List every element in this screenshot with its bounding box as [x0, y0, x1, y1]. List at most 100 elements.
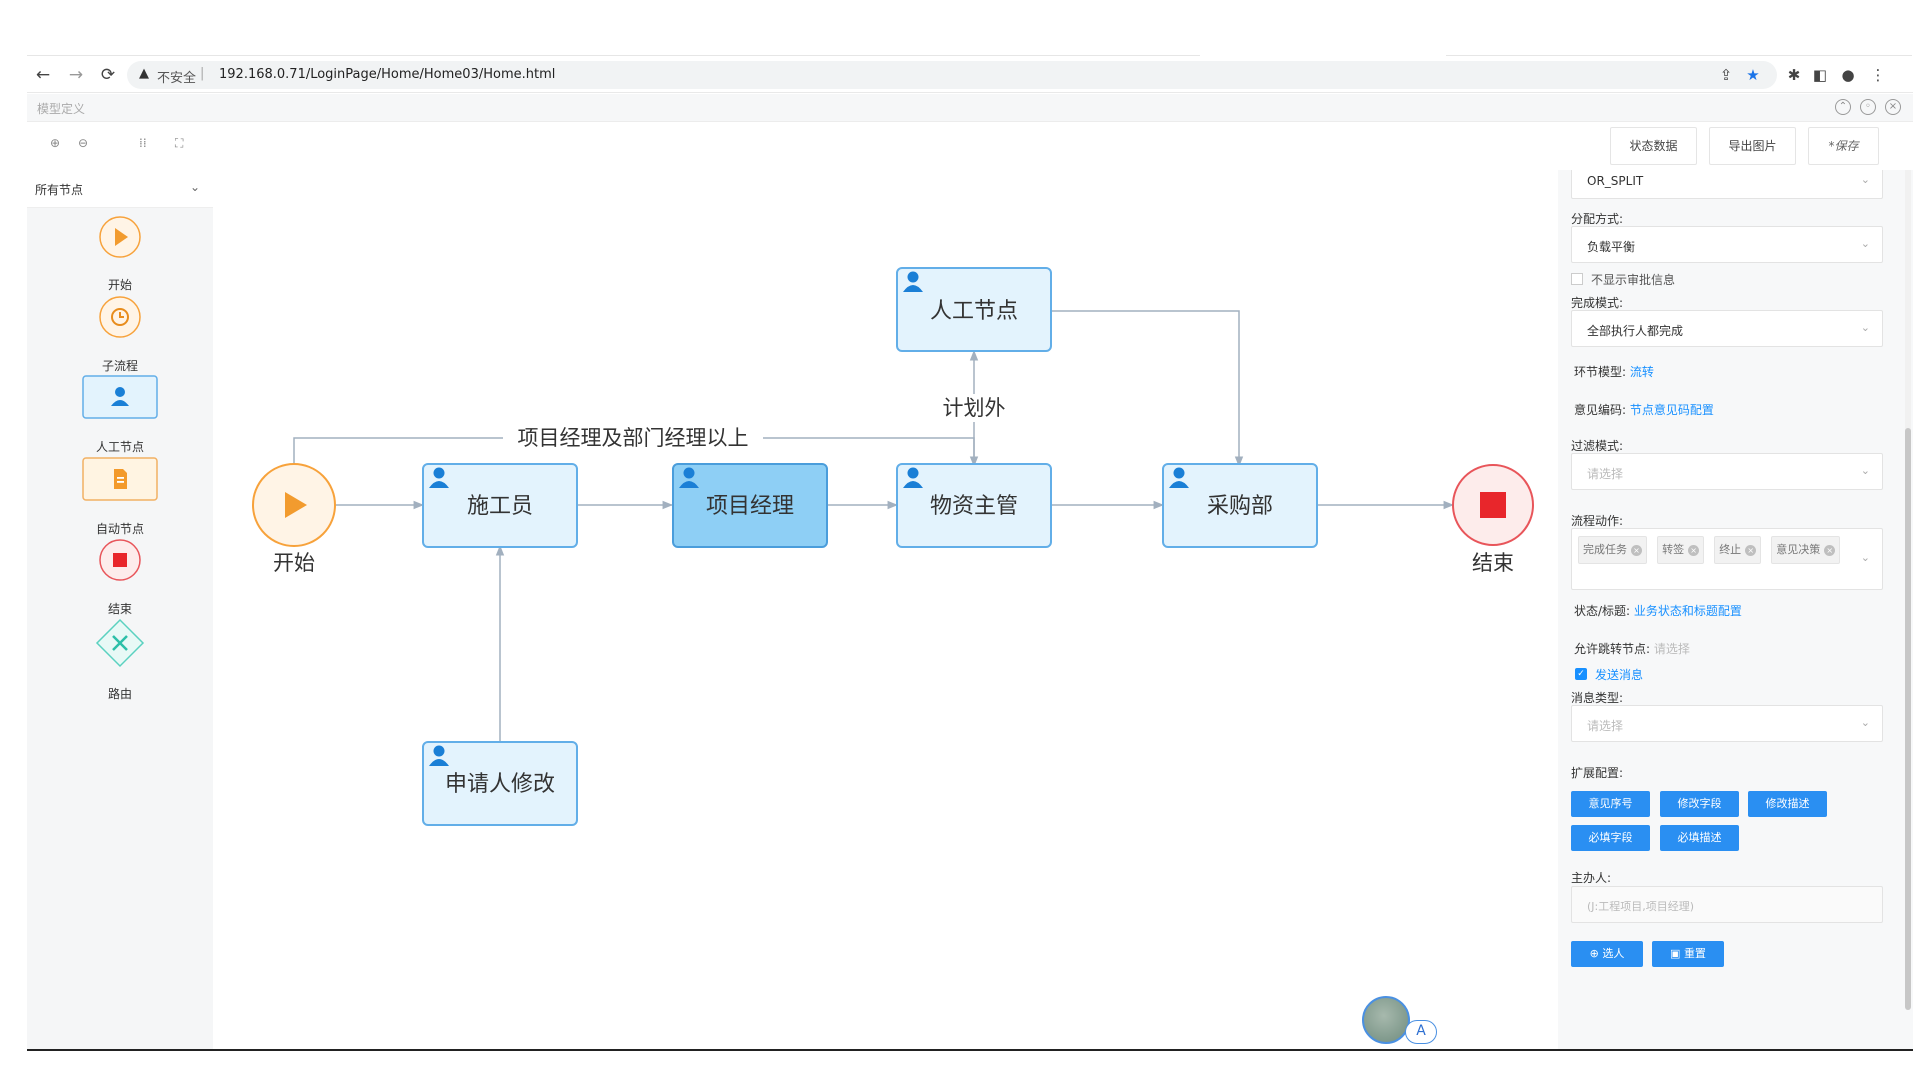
node-pm[interactable]: 项目经理 — [672, 463, 828, 548]
tag-close-icon[interactable]: × — [1745, 545, 1757, 556]
zoom-out-icon[interactable]: ⊖ — [78, 136, 88, 150]
owner-field[interactable]: (J:工程项目,项目经理) — [1571, 886, 1883, 923]
save-button[interactable]: *保存 — [1808, 127, 1879, 165]
palette-item-end[interactable] — [27, 538, 213, 582]
palette-item-subflow[interactable] — [27, 295, 213, 339]
bookmark-star-icon[interactable]: ★ — [1742, 64, 1764, 86]
complete-label: 完成模式: — [1571, 296, 1624, 310]
edit-field-button[interactable]: 修改字段 — [1660, 791, 1739, 817]
warning-icon[interactable]: ▲ — [139, 66, 149, 81]
reload-icon[interactable]: ⟳ — [96, 63, 120, 87]
node-manual[interactable]: 人工节点 — [896, 267, 1052, 352]
forward-icon[interactable]: → — [64, 63, 88, 87]
msg-type-placeholder: 请选择 — [1587, 719, 1624, 733]
node-worker[interactable]: 施工员 — [422, 463, 578, 548]
node-start[interactable]: 开始 — [252, 463, 336, 575]
back-icon[interactable]: ← — [31, 63, 55, 87]
step-model-row: 环节模型: 流转 — [1574, 363, 1654, 380]
send-msg-checkbox[interactable]: ✓ — [1575, 668, 1587, 680]
palette-item-start[interactable] — [27, 215, 213, 259]
node-material-label: 物资主管 — [930, 494, 1018, 519]
document-icon — [82, 457, 158, 501]
msg-type-label: 消息类型: — [1571, 691, 1624, 705]
add-icon: ⊕ — [1589, 947, 1603, 960]
scrollbar-thumb[interactable] — [1905, 428, 1911, 1010]
opinion-code-row: 意见编码: 节点意见码配置 — [1574, 401, 1714, 418]
palette-label: 开始 — [107, 278, 132, 292]
opinion-code-label: 意见编码: — [1574, 403, 1627, 417]
fit-icon[interactable]: ⁞⁞ — [139, 136, 147, 150]
maximize-icon[interactable]: ◦ — [1860, 99, 1876, 115]
export-image-button[interactable]: 导出图片 — [1709, 127, 1796, 165]
filter-label: 过滤模式: — [1571, 439, 1624, 453]
owner-placeholder: (J:工程项目,项目经理) — [1587, 900, 1695, 913]
stop-icon — [99, 539, 141, 581]
node-end[interactable]: 结束 — [1452, 464, 1534, 575]
url-text[interactable]: 192.168.0.71/LoginPage/Home/Home03/Home.… — [219, 67, 555, 82]
node-worker-label: 施工员 — [467, 494, 533, 519]
avatar-badge[interactable]: A — [1405, 1020, 1437, 1044]
palette-item-auto[interactable] — [27, 457, 213, 501]
chevron-down-icon: ⌄ — [1860, 173, 1870, 186]
zoom-in-icon[interactable]: ⊕ — [50, 136, 60, 150]
required-desc-button[interactable]: 必填描述 — [1660, 825, 1739, 851]
jump-label: 允许跳转节点: — [1574, 642, 1651, 656]
action-tag[interactable]: 完成任务 × — [1578, 536, 1647, 564]
action-tag[interactable]: 意见决策 × — [1771, 536, 1841, 564]
node-applicant[interactable]: 申请人修改 — [422, 741, 578, 826]
hide-approval-label: 不显示审批信息 — [1591, 273, 1676, 287]
step-model-link[interactable]: 流转 — [1630, 365, 1654, 379]
opinion-seq-button[interactable]: 意见序号 — [1571, 791, 1650, 817]
menu-kebab-icon[interactable]: ⋮ — [1867, 64, 1889, 86]
reset-button[interactable]: ▣ 重置 — [1652, 941, 1724, 967]
status-link[interactable]: 业务状态和标题配置 — [1634, 604, 1742, 618]
required-field-button[interactable]: 必填字段 — [1571, 825, 1650, 851]
filter-placeholder: 请选择 — [1587, 467, 1624, 481]
jump-placeholder[interactable]: 请选择 — [1654, 642, 1690, 656]
msg-type-select[interactable]: 请选择 ⌄ — [1571, 705, 1883, 742]
palette-item-route[interactable] — [27, 618, 213, 668]
close-icon[interactable]: × — [1885, 99, 1901, 115]
status-data-button[interactable]: 状态数据 — [1610, 127, 1697, 165]
hide-approval-checkbox[interactable] — [1571, 273, 1583, 285]
select-person-button[interactable]: ⊕ 选人 — [1571, 941, 1643, 967]
palette-label: 子流程 — [101, 359, 138, 373]
user-icon — [82, 375, 158, 419]
node-purchase[interactable]: 采购部 — [1162, 463, 1318, 548]
action-multiselect[interactable]: 完成任务 × 转签 × 终止 × 意见决策 × ⌄ — [1571, 528, 1883, 590]
profile-icon[interactable]: ● — [1837, 64, 1859, 86]
tag-close-icon[interactable]: × — [1688, 545, 1700, 556]
palette-label: 自动节点 — [95, 522, 144, 536]
edge-manual-purchase[interactable] — [1052, 310, 1244, 468]
split-select[interactable]: OR_SPLIT ⌄ — [1571, 170, 1883, 199]
palette-label: 结束 — [107, 602, 132, 616]
actual-size-icon[interactable]: ⛶ — [175, 136, 183, 151]
edit-desc-button[interactable]: 修改描述 — [1748, 791, 1827, 817]
side-panel-icon[interactable]: ◧ — [1809, 64, 1831, 86]
action-tag[interactable]: 转签 × — [1657, 536, 1705, 564]
collapse-icon[interactable]: ⌃ — [1835, 99, 1851, 115]
palette-item-manual[interactable] — [27, 375, 213, 419]
action-tag[interactable]: 终止 × — [1714, 536, 1762, 564]
workflow-canvas[interactable]: 项目经理及部门经理以上 计划外 开始 结束 施工员 项目经理 物资主管 采购部 … — [213, 170, 1558, 1049]
avatar[interactable] — [1362, 996, 1410, 1044]
status-row: 状态/标题: 业务状态和标题配置 — [1574, 602, 1742, 619]
extensions-icon[interactable]: ✱ — [1783, 64, 1805, 86]
filter-select[interactable]: 请选择 ⌄ — [1571, 453, 1883, 490]
ext-label: 扩展配置: — [1571, 766, 1624, 780]
assign-select[interactable]: 负载平衡 ⌄ — [1571, 226, 1883, 263]
palette-header[interactable]: 所有节点 ⌄ — [27, 170, 213, 208]
tag-close-icon[interactable]: × — [1824, 545, 1836, 556]
chevron-down-icon[interactable]: ⌄ — [190, 180, 200, 194]
owner-label: 主办人: — [1571, 871, 1612, 885]
node-palette: 所有节点 ⌄ 开始 子流程 人工节点 自动节点 结束 路由 — [27, 170, 213, 1049]
omnibox[interactable]: ▲ 不安全 | 192.168.0.71/LoginPage/Home/Home… — [127, 61, 1777, 89]
assign-value: 负载平衡 — [1587, 240, 1636, 254]
send-msg-label: 发送消息 — [1595, 668, 1644, 682]
share-icon[interactable]: ⇪ — [1715, 64, 1737, 86]
insecure-label[interactable]: 不安全 — [157, 67, 196, 86]
tag-close-icon[interactable]: × — [1631, 545, 1642, 556]
complete-select[interactable]: 全部执行人都完成 ⌄ — [1571, 310, 1883, 347]
opinion-code-link[interactable]: 节点意见码配置 — [1630, 403, 1714, 417]
node-material[interactable]: 物资主管 — [896, 463, 1052, 548]
